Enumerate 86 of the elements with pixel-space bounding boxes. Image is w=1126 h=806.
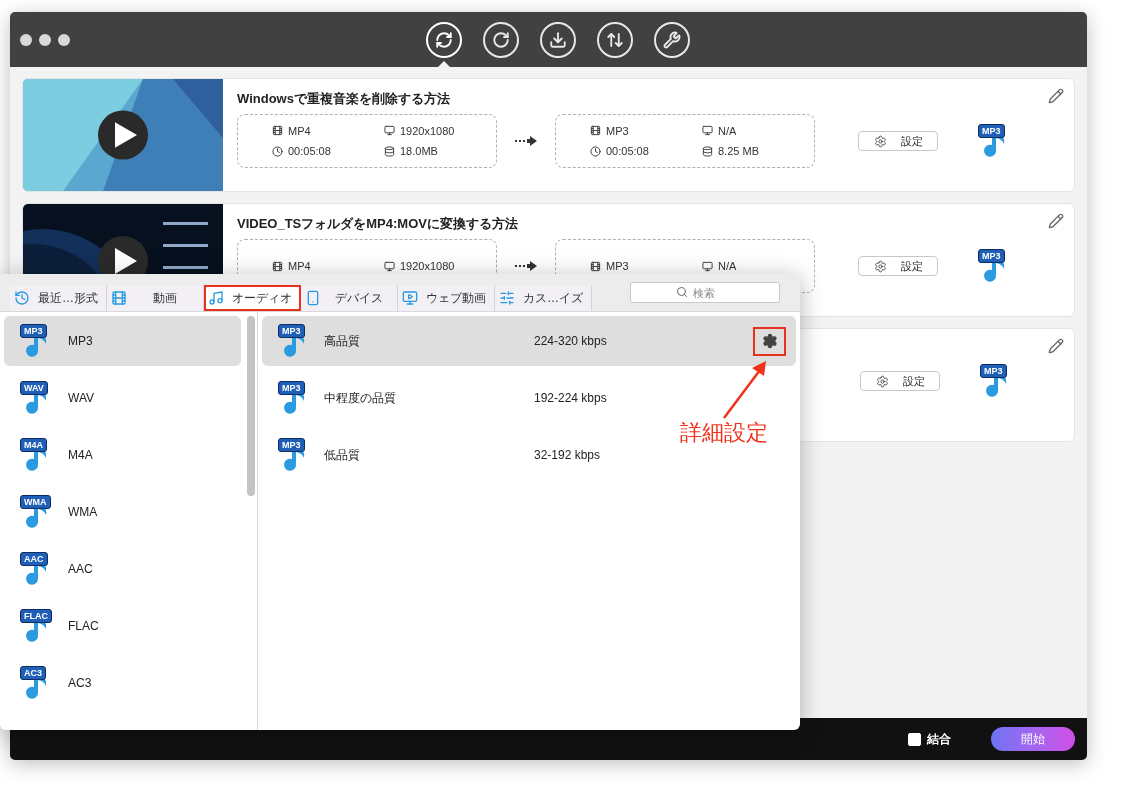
format-list-item[interactable]: M4A M4A [4, 430, 241, 480]
convert-icon [435, 31, 453, 49]
format-list-item[interactable]: WMA WMA [4, 487, 241, 537]
resolution-label: 1920x1080 [400, 123, 455, 139]
task-title: Windowsで重複音楽を削除する方法 [237, 90, 450, 105]
toolbar-button[interactable] [540, 22, 576, 58]
gear-icon [873, 259, 887, 273]
merge-label: 結合 [927, 731, 951, 748]
format-tab[interactable]: 動画 [107, 285, 204, 311]
monitor-icon [384, 260, 395, 272]
size-label: 8.25 MB [718, 144, 759, 159]
monitor-icon [384, 125, 395, 137]
sliders-icon [499, 290, 515, 306]
toolbar-button[interactable] [483, 22, 519, 58]
format-list-item[interactable]: AC3 AC3 [4, 658, 241, 708]
preset-name: 中程度の品質 [324, 390, 397, 407]
edit-icon[interactable] [1048, 88, 1064, 104]
preset-row[interactable]: MP3 低品質 32-192 kbps [262, 430, 652, 480]
bitrate-label: 224-320 kbps [534, 333, 608, 350]
transfer-icon [606, 31, 624, 49]
film-icon [272, 260, 283, 272]
toolbar-button[interactable] [597, 22, 633, 58]
music-note-icon [208, 290, 224, 306]
phone-icon [305, 290, 321, 306]
task-title: VIDEO_TSフォルダをMP4:MOVに変換する方法 [237, 215, 518, 230]
format-list-item[interactable]: MP3 MP3 [4, 316, 241, 366]
scrollbar[interactable] [247, 316, 255, 496]
arrow-icon [515, 261, 537, 271]
film-icon [590, 260, 601, 272]
bitrate-label: 32-192 kbps [534, 447, 602, 464]
rotate-icon [492, 31, 510, 49]
film-icon [272, 125, 283, 137]
format-label: MP3 [606, 258, 629, 274]
wrench-icon [663, 31, 681, 49]
format-list-item[interactable]: WAV WAV [4, 373, 241, 423]
search-field[interactable]: 検索 [630, 282, 780, 303]
format-list-item[interactable]: FLAC FLAC [4, 601, 241, 651]
preset-row[interactable]: MP3 高品質 224-320 kbps [262, 316, 796, 366]
format-tab[interactable]: 最近…形式 [10, 285, 107, 311]
preset-name: 低品質 [324, 447, 361, 464]
settings-button[interactable]: 設定 [858, 256, 938, 276]
download-icon [549, 31, 567, 49]
format-tab[interactable]: カス…イズ [495, 285, 592, 311]
size-label: 18.0MB [400, 144, 438, 159]
format-label: MP3 [606, 123, 629, 139]
monitor-icon [702, 260, 713, 272]
format-tab[interactable]: デバイス [301, 285, 398, 311]
edit-icon[interactable] [1048, 213, 1064, 229]
start-button[interactable]: 開始 [991, 727, 1075, 751]
toolbar-button[interactable] [654, 22, 690, 58]
settings-button[interactable]: 設定 [860, 371, 940, 391]
duration-label: 00:05:08 [288, 144, 331, 159]
gear-icon [761, 333, 778, 349]
resolution-label: N/A [718, 258, 737, 274]
annotation-label: 詳細設定 [680, 419, 768, 447]
format-label: MP4 [288, 123, 311, 139]
video-window-icon [402, 290, 418, 306]
window-control-button[interactable] [20, 33, 32, 46]
preset-name: 高品質 [324, 333, 361, 350]
resolution-label: 1920x1080 [400, 258, 455, 274]
format-tab[interactable]: ウェブ動画 [398, 285, 495, 311]
settings-button[interactable] [753, 326, 786, 356]
clock-icon [590, 145, 601, 157]
format-list-item[interactable]: AAC AAC [4, 544, 241, 594]
merge-checkbox[interactable] [908, 732, 921, 746]
film-icon [590, 125, 601, 137]
resolution-label: N/A [718, 123, 737, 139]
edit-icon[interactable] [1048, 338, 1064, 354]
arrow-icon [515, 136, 537, 146]
format-tab[interactable]: オーディオ [204, 285, 301, 311]
database-icon [384, 145, 395, 157]
gear-icon [873, 134, 887, 148]
bitrate-label: 192-224 kbps [534, 390, 608, 407]
format-label: MP4 [288, 258, 311, 274]
database-icon [702, 145, 713, 157]
settings-button[interactable]: 設定 [858, 131, 938, 151]
clock-icon [272, 145, 283, 157]
history-icon [14, 290, 30, 306]
monitor-icon [702, 125, 713, 137]
window-control-button[interactable] [58, 33, 70, 46]
preset-row[interactable]: MP3 中程度の品質 192-224 kbps [262, 373, 652, 423]
film-icon [111, 290, 127, 306]
duration-label: 00:05:08 [606, 144, 649, 159]
window-control-button[interactable] [39, 33, 51, 46]
search-icon [676, 286, 688, 298]
gear-icon [875, 374, 889, 388]
